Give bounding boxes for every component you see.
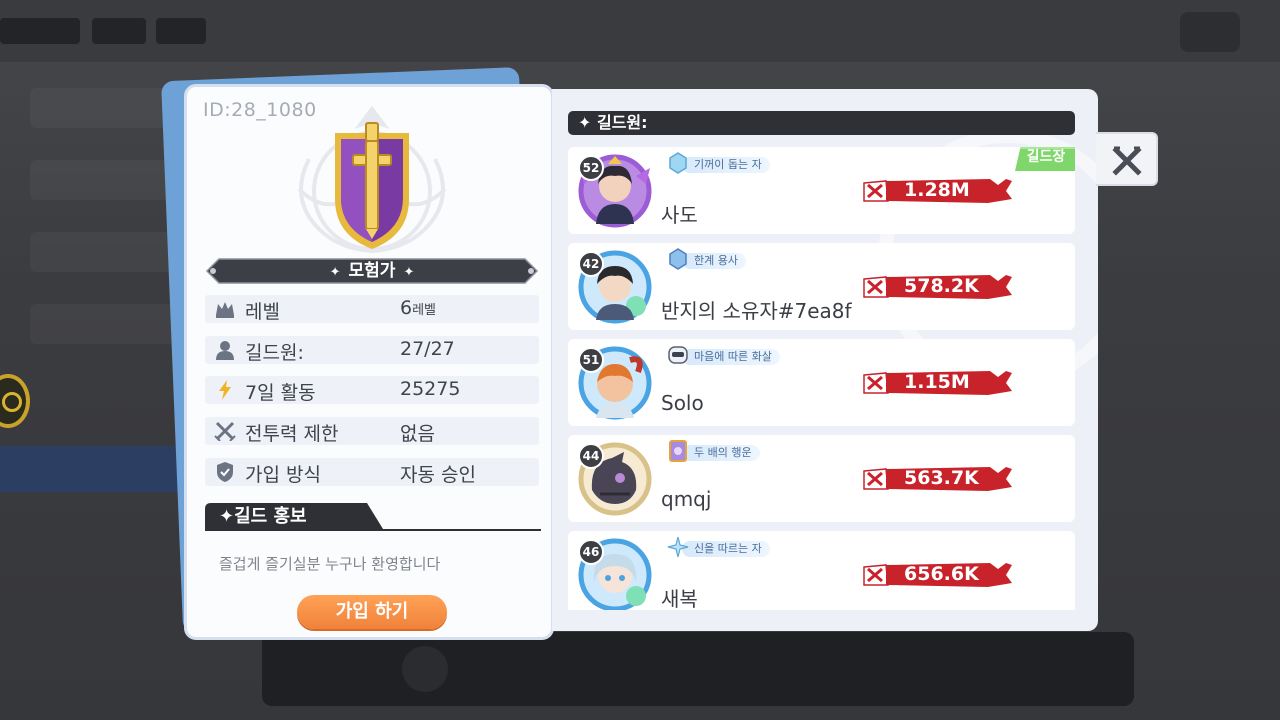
- title-badge-icon: [669, 248, 687, 270]
- title-badge-icon: [669, 152, 687, 174]
- member-level: 44: [578, 443, 604, 469]
- member-name: 반지의 소유자#7ea8f: [661, 299, 852, 323]
- member-name: 새복: [661, 587, 698, 610]
- member-list[interactable]: 52 기꺼이 돕는 자 사도 1.28M 길드장 42 한계 용사 반지의 소유…: [568, 147, 1075, 610]
- member-level: 42: [578, 251, 604, 277]
- member-level: 51: [578, 347, 604, 373]
- close-button[interactable]: [1096, 132, 1158, 186]
- background-top-right-button: [1180, 12, 1240, 52]
- member-name: Solo: [661, 391, 704, 415]
- close-icon: [1112, 146, 1142, 176]
- guild-emblem: [279, 99, 465, 261]
- background-top-bar: [0, 0, 1280, 62]
- member-row[interactable]: 52 기꺼이 돕는 자 사도 1.28M 길드장: [568, 147, 1075, 234]
- promo-header: ✦길드 홍보: [205, 503, 541, 531]
- guild-master-badge: 길드장: [1015, 147, 1075, 171]
- member-power: 578.2K: [862, 273, 1016, 301]
- member-row[interactable]: 51 마음에 따른 화살 Solo 1.15M: [568, 339, 1075, 426]
- member-level: 52: [578, 155, 604, 181]
- background-sidebar-item: [30, 232, 190, 272]
- shield-check-icon: [217, 462, 233, 482]
- info-row-power-limit: 전투력 제한 없음: [205, 417, 539, 445]
- member-power: 1.28M: [862, 177, 1016, 205]
- info-row-activity: 7일 활동 25275: [205, 376, 539, 404]
- member-row[interactable]: 42 한계 용사 반지의 소유자#7ea8f 578.2K: [568, 243, 1075, 330]
- info-row-members: 길드원: 27/27: [205, 336, 539, 364]
- info-row-join-method: 가입 방식 자동 승인: [205, 458, 539, 486]
- member-power: 563.7K: [862, 465, 1016, 493]
- title-badge-icon: [668, 346, 688, 364]
- join-button[interactable]: 가입 하기: [297, 595, 447, 629]
- title-badge-icon: [669, 440, 687, 462]
- promo-text: 즐겁게 즐기실분 누구나 환영합니다: [219, 555, 441, 573]
- background-bottom-bar: [262, 632, 1134, 706]
- crown-icon: [216, 302, 234, 318]
- members-panel: ✦ 길드원: 52 기꺼이 돕는 자 사도 1.28M 길드장 42 한계 용사…: [552, 89, 1098, 631]
- lightning-icon: [219, 380, 231, 400]
- member-name: 사도: [661, 203, 698, 227]
- background-sidebar-active: [0, 446, 190, 492]
- member-power: 1.15M: [862, 369, 1016, 397]
- member-name: qmqj: [661, 487, 712, 511]
- member-row[interactable]: 46 신을 따르는 자 새복 656.6K: [568, 531, 1075, 610]
- member-power: 656.6K: [862, 561, 1016, 589]
- title-badge-icon: [667, 536, 689, 558]
- guild-name: 모험가: [348, 261, 396, 281]
- promo-title: 길드 홍보: [234, 506, 307, 527]
- background-sidebar-item: [30, 304, 190, 344]
- guild-info-card: ID:28_1080 ✦ 모험가 ✦ 레벨 6레벨 길드원: 27/27 7일 …: [184, 84, 554, 640]
- info-row-level: 레벨 6레벨: [205, 295, 539, 323]
- guild-name-banner: ✦ 모험가 ✦: [205, 257, 539, 285]
- member-level: 46: [578, 539, 604, 565]
- person-icon: [216, 341, 234, 360]
- member-row[interactable]: 44 두 배의 행운 qmqj 563.7K: [568, 435, 1075, 522]
- crossed-swords-icon: [214, 421, 236, 441]
- members-header: ✦ 길드원:: [568, 111, 1075, 135]
